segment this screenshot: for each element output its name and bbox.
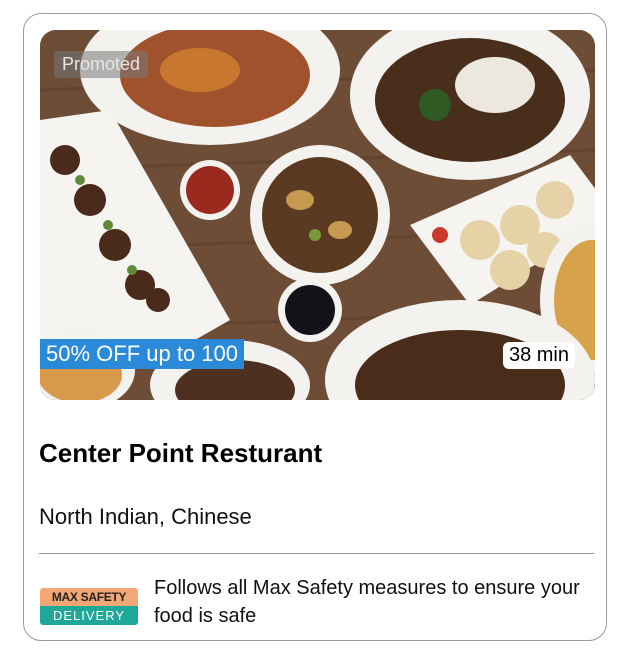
divider [39,553,594,554]
max-safety-badge: MAX SAFETY DELIVERY [40,588,138,625]
restaurant-card[interactable]: Promoted 50% OFF up to 100 38 min Center… [23,13,607,641]
safety-message: Follows all Max Safety measures to ensur… [154,577,580,627]
badge-top-text: MAX SAFETY [40,588,138,606]
cuisine-list: North Indian, Chinese [39,504,252,529]
badge-bottom-text: DELIVERY [40,606,138,625]
promoted-tag: Promoted [54,51,149,78]
restaurant-photo[interactable]: Promoted 50% OFF up to 100 38 min [40,30,595,400]
offer-badge: 50% OFF up to 100 [40,339,244,369]
restaurant-name[interactable]: Center Point Resturant [39,438,322,469]
delivery-time-badge: 38 min [502,342,575,369]
